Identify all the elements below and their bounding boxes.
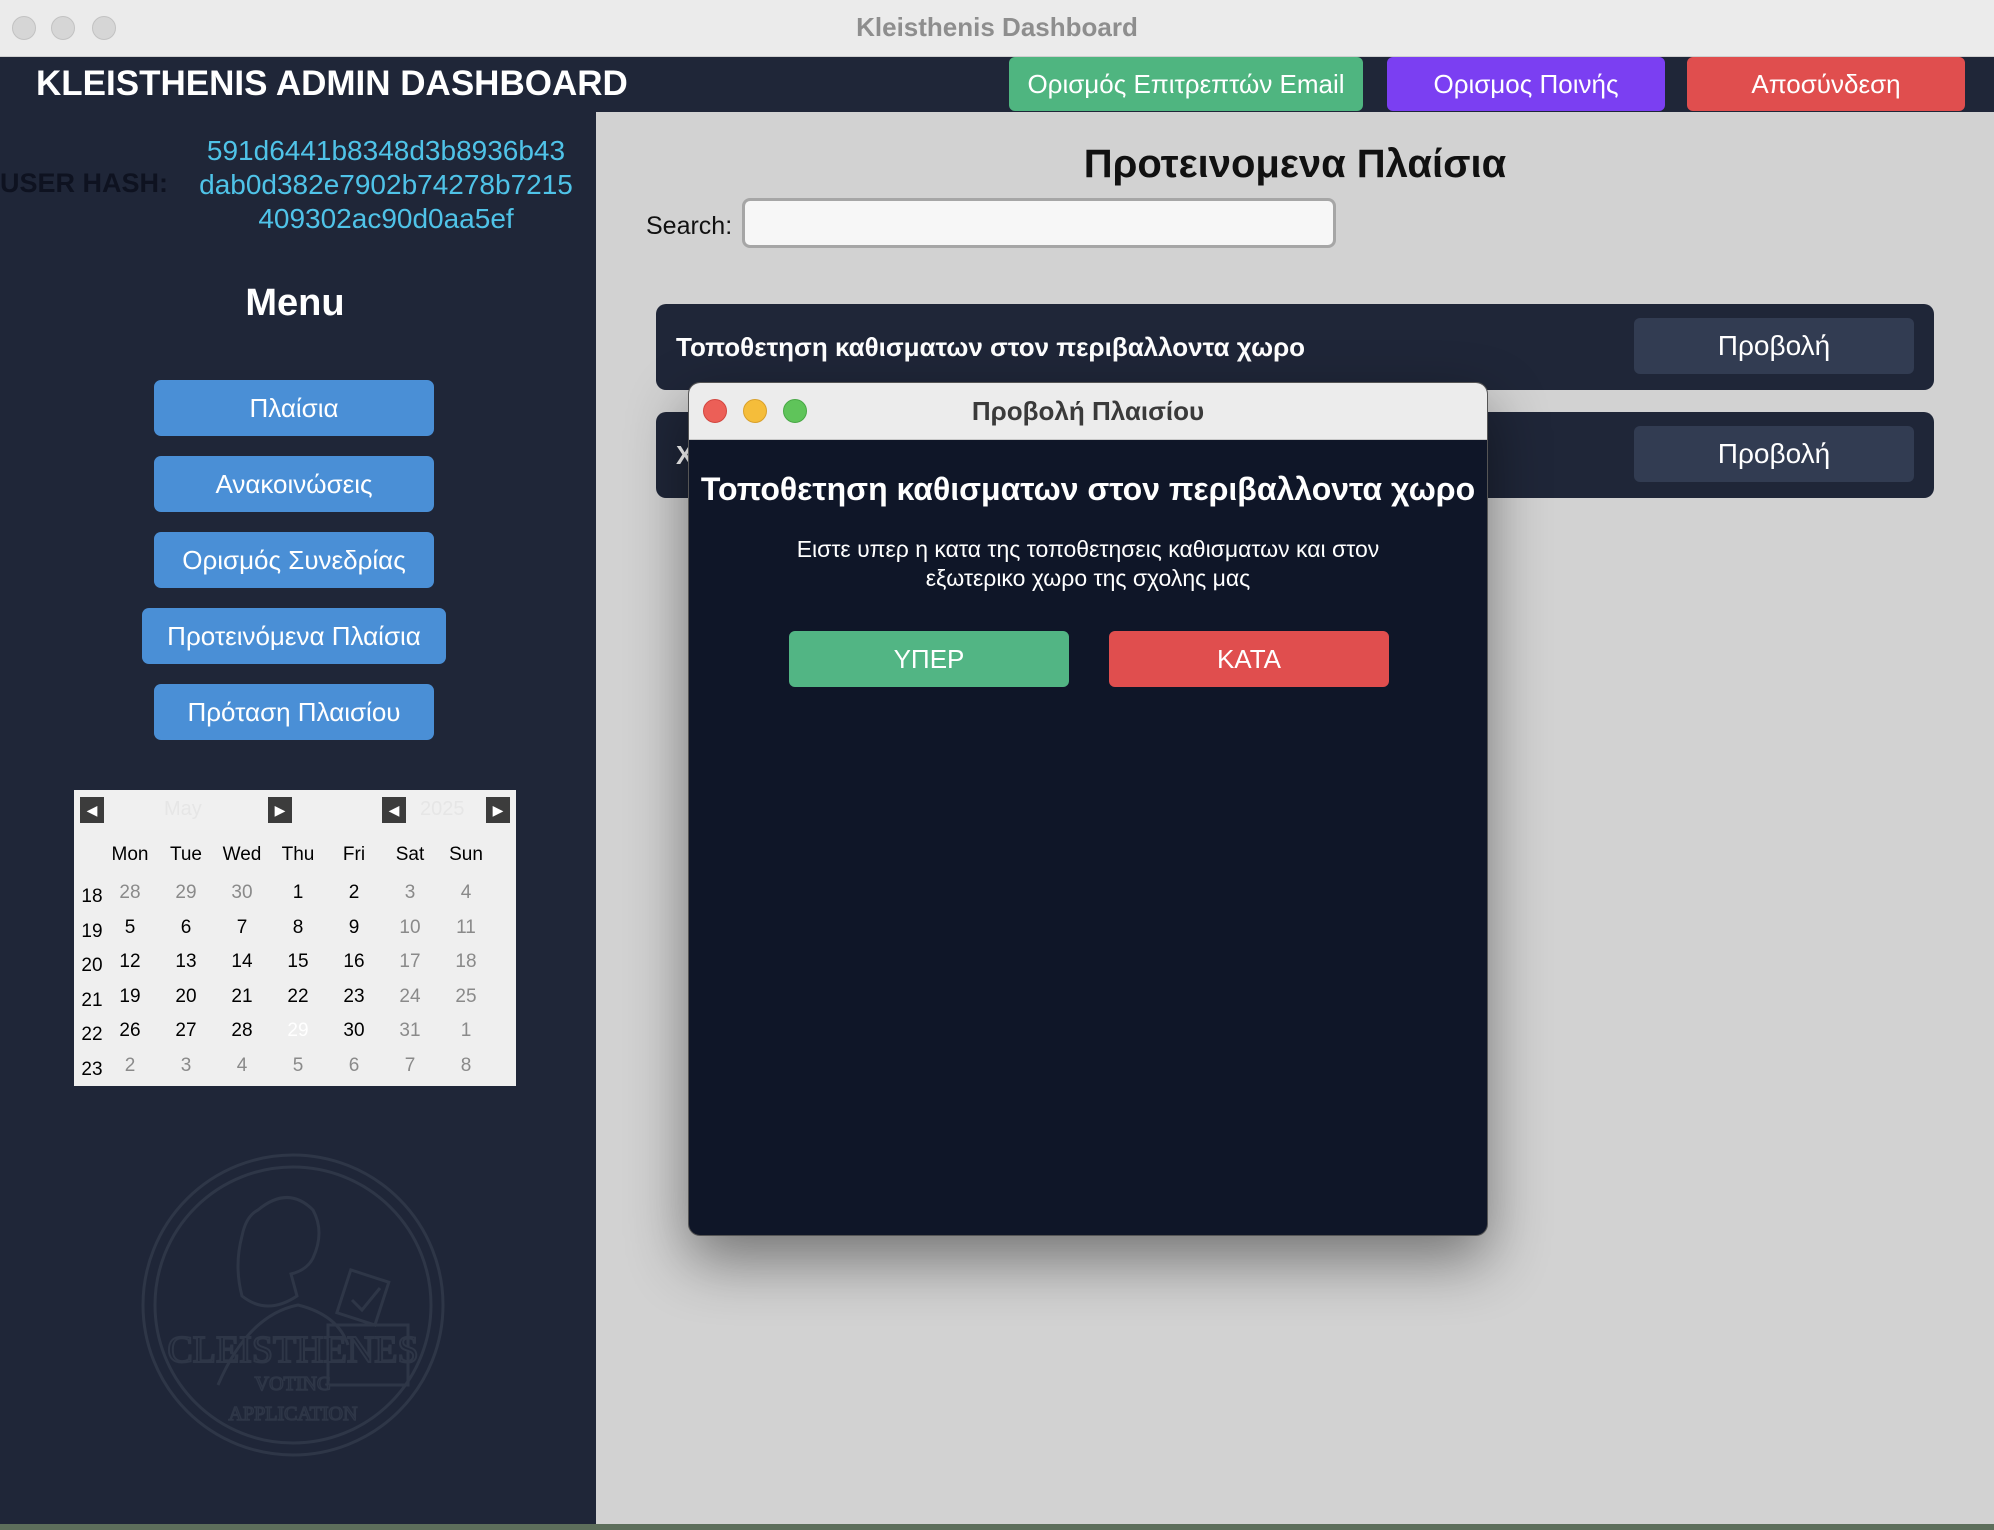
view-proposal-button[interactable]: Προβολή bbox=[1634, 426, 1914, 482]
menu-item-frames[interactable]: Πλαίσια bbox=[154, 380, 434, 436]
calendar-day[interactable]: 12 bbox=[102, 951, 158, 973]
calendar-day[interactable]: 20 bbox=[158, 986, 214, 1008]
calendar-weekday: Wed bbox=[222, 844, 262, 865]
view-proposal-button[interactable]: Προβολή bbox=[1634, 318, 1914, 374]
view-frame-dialog: Προβολή Πλαισίου Τοποθετηση καθισματων σ… bbox=[688, 382, 1488, 1236]
prev-month-icon[interactable]: ◀ bbox=[80, 797, 104, 823]
calendar-day[interactable]: 6 bbox=[158, 917, 214, 939]
proposal-card: Τοποθετηση καθισματων στον περιβαλλοντα … bbox=[656, 304, 1934, 390]
user-hash-line: dab0d382e7902b74278b7215 bbox=[199, 169, 573, 200]
calendar-day[interactable]: 29 bbox=[158, 882, 214, 904]
desktop-background bbox=[0, 1524, 1994, 1530]
search-input[interactable] bbox=[742, 198, 1336, 248]
calendar-day[interactable]: 10 bbox=[382, 917, 438, 939]
calendar-day[interactable]: 5 bbox=[270, 1055, 326, 1077]
menu-item-set-session[interactable]: Ορισμός Συνεδρίας bbox=[154, 532, 434, 588]
calendar-day[interactable]: 2 bbox=[326, 882, 382, 904]
menu-item-propose-frame[interactable]: Πρόταση Πλαισίου bbox=[154, 684, 434, 740]
logo-name: CLEISTHENES bbox=[167, 1329, 418, 1371]
calendar-day[interactable]: 14 bbox=[214, 951, 270, 973]
logo-line2: VOTING bbox=[255, 1373, 332, 1395]
dialog-titlebar: Προβολή Πλαισίου bbox=[689, 383, 1487, 440]
calendar-day[interactable]: 4 bbox=[214, 1055, 270, 1077]
calendar-day[interactable]: 1 bbox=[438, 1020, 494, 1042]
calendar-day[interactable]: 3 bbox=[158, 1055, 214, 1077]
user-hash-value: 591d6441b8348d3b8936b43 dab0d382e7902b74… bbox=[176, 134, 596, 236]
menu-item-proposed-frames[interactable]: Προτεινόμενα Πλαίσια bbox=[142, 608, 446, 664]
calendar-day[interactable]: 17 bbox=[382, 951, 438, 973]
user-hash-label: USER HASH: bbox=[0, 168, 169, 198]
calendar-day[interactable]: 13 bbox=[158, 951, 214, 973]
calendar-weekday: Tue bbox=[169, 844, 203, 865]
calendar-day[interactable]: 4 bbox=[438, 882, 494, 904]
calendar-day[interactable]: 30 bbox=[214, 882, 270, 904]
window-title: Kleisthenis Dashboard bbox=[856, 12, 1138, 42]
set-allowed-emails-button[interactable]: Ορισμός Επιτρεπτών Email bbox=[1009, 57, 1363, 111]
calendar-day[interactable]: 22 bbox=[270, 986, 326, 1008]
proposal-card-title: Τοποθετηση καθισματων στον περιβαλλοντα … bbox=[676, 332, 1306, 362]
calendar-day[interactable]: 1 bbox=[270, 882, 326, 904]
calendar-day[interactable]: 26 bbox=[102, 1020, 158, 1042]
calendar-day-today[interactable]: 29 bbox=[270, 1020, 326, 1042]
calendar-day[interactable]: 2 bbox=[102, 1055, 158, 1077]
dialog-title: Προβολή Πλαισίου bbox=[971, 396, 1205, 426]
calendar-day[interactable]: 30 bbox=[326, 1020, 382, 1042]
calendar-weekday: Sun bbox=[449, 844, 483, 865]
vote-for-button[interactable]: ΥΠΕΡ bbox=[789, 631, 1069, 687]
calendar-day[interactable]: 31 bbox=[382, 1020, 438, 1042]
calendar-day[interactable]: 16 bbox=[326, 951, 382, 973]
vote-against-button[interactable]: ΚΑΤΑ bbox=[1109, 631, 1389, 687]
calendar-day[interactable]: 27 bbox=[158, 1020, 214, 1042]
calendar-day[interactable]: 5 bbox=[102, 917, 158, 939]
user-hash-line: 409302ac90d0aa5ef bbox=[258, 203, 514, 234]
set-penalty-button[interactable]: Ορισμος Ποινής bbox=[1387, 57, 1665, 111]
calendar-day[interactable]: 25 bbox=[438, 986, 494, 1008]
dialog-description: Ειστε υπερ η κατα της τοποθετησεις καθισ… bbox=[796, 536, 1380, 591]
next-month-icon[interactable]: ▶ bbox=[268, 797, 292, 823]
calendar-day[interactable]: 21 bbox=[214, 986, 270, 1008]
logo-line3: APPLICATION bbox=[229, 1403, 358, 1425]
calendar-weekday: Sat bbox=[395, 844, 425, 865]
calendar-day[interactable]: 24 bbox=[382, 986, 438, 1008]
calendar-day[interactable]: 11 bbox=[438, 917, 494, 939]
calendar-day[interactable]: 8 bbox=[438, 1055, 494, 1077]
page-title: Προτεινομενα Πλαίσια bbox=[1083, 142, 1507, 186]
app-window: Kleisthenis Dashboard KLEISTHENIS ADMIN … bbox=[0, 0, 1994, 1524]
calendar-header: ◀ May ▶ ◀ 2025 ▶ bbox=[74, 790, 516, 830]
calendar: ◀ May ▶ ◀ 2025 ▶ Mon Tue Wed Thu Fri Sat Sun 18… bbox=[74, 790, 516, 1086]
calendar-day[interactable]: 7 bbox=[214, 917, 270, 939]
calendar-weekday: Fri bbox=[342, 844, 366, 865]
menu-title: Menu bbox=[245, 282, 345, 324]
logout-button[interactable]: Αποσύνδεση bbox=[1687, 57, 1965, 111]
dashboard-title: KLEISTHENIS ADMIN DASHBOARD bbox=[36, 64, 628, 103]
calendar-day[interactable]: 28 bbox=[214, 1020, 270, 1042]
calendar-weekday: Thu bbox=[281, 844, 315, 865]
menu-item-announcements[interactable]: Ανακοινώσεις bbox=[154, 456, 434, 512]
next-year-icon[interactable]: ▶ bbox=[486, 797, 510, 823]
calendar-day[interactable]: 3 bbox=[382, 882, 438, 904]
search-label: Search: bbox=[646, 212, 733, 240]
dialog-heading: Τοποθετηση καθισματων στον περιβαλλοντα … bbox=[700, 471, 1476, 507]
calendar-day[interactable]: 18 bbox=[438, 951, 494, 973]
calendar-day[interactable]: 9 bbox=[326, 917, 382, 939]
user-hash-line: 591d6441b8348d3b8936b43 bbox=[206, 135, 566, 166]
cleisthenes-logo: CLEISTHENES VOTING APPLICATION bbox=[141, 1153, 445, 1457]
calendar-month: May bbox=[164, 798, 202, 820]
window-titlebar: Kleisthenis Dashboard bbox=[0, 0, 1994, 57]
calendar-weekday: Mon bbox=[111, 844, 149, 865]
calendar-day[interactable]: 23 bbox=[326, 986, 382, 1008]
calendar-day[interactable]: 15 bbox=[270, 951, 326, 973]
prev-year-icon[interactable]: ◀ bbox=[382, 797, 406, 823]
calendar-day[interactable]: 19 bbox=[102, 986, 158, 1008]
calendar-year: 2025 bbox=[420, 798, 465, 820]
calendar-day[interactable]: 28 bbox=[102, 882, 158, 904]
calendar-day[interactable]: 6 bbox=[326, 1055, 382, 1077]
calendar-day[interactable]: 8 bbox=[270, 917, 326, 939]
calendar-day[interactable]: 7 bbox=[382, 1055, 438, 1077]
